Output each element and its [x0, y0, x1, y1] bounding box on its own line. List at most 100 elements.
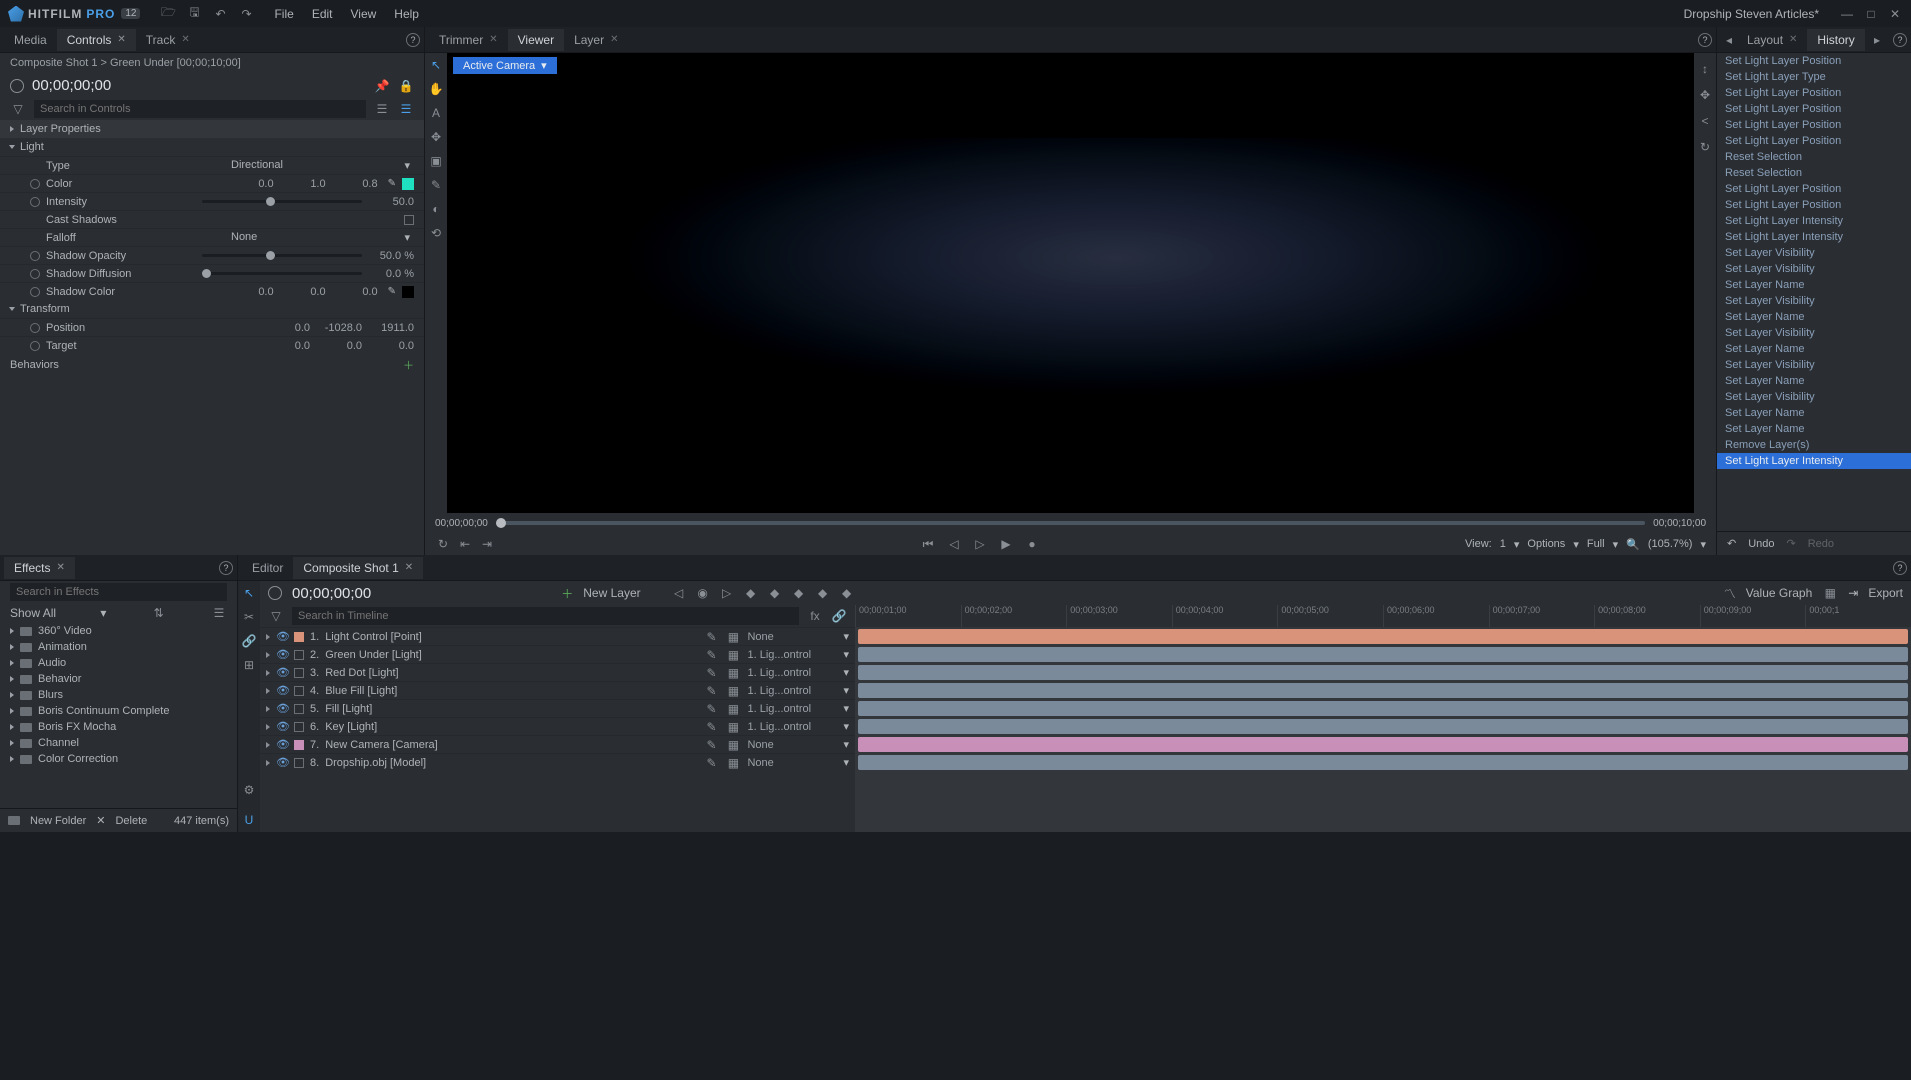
history-item[interactable]: Set Layer Visibility	[1717, 357, 1911, 373]
layer-name[interactable]: Dropship.obj [Model]	[325, 757, 697, 769]
settings-icon[interactable]: ⚙	[241, 782, 257, 798]
history-item[interactable]: Set Light Layer Position	[1717, 197, 1911, 213]
fx-icon[interactable]: ▦	[725, 683, 741, 699]
pos-z[interactable]: 1911.0	[376, 322, 414, 334]
save-icon[interactable]: 🖫	[186, 6, 202, 22]
track-bar[interactable]	[858, 647, 1908, 662]
chevron-down-icon[interactable]: ▾	[100, 606, 106, 620]
chevron-right-icon[interactable]	[266, 760, 270, 766]
filter-icon[interactable]: ▽	[268, 608, 284, 624]
chevron-right-icon[interactable]	[266, 724, 270, 730]
delete-icon[interactable]: ✕	[96, 814, 105, 827]
history-item[interactable]: Reset Selection	[1717, 165, 1911, 181]
maximize-icon[interactable]: □	[1863, 6, 1879, 22]
target-x[interactable]: 0.0	[272, 340, 310, 352]
track-bar[interactable]	[858, 737, 1908, 752]
tab-history[interactable]: History	[1807, 29, 1864, 51]
close-icon[interactable]: ✕	[117, 34, 125, 45]
chevron-right-icon[interactable]	[266, 742, 270, 748]
keyframe-toggle[interactable]	[30, 251, 40, 261]
crop-tool-icon[interactable]: ▣	[428, 153, 444, 169]
goto-start-icon[interactable]: ⏮	[920, 536, 936, 552]
effects-folder[interactable]: Animation	[0, 639, 237, 655]
history-item[interactable]: Set Light Layer Position	[1717, 85, 1911, 101]
keyframe-toggle[interactable]	[30, 269, 40, 279]
history-item[interactable]: Set Layer Visibility	[1717, 389, 1911, 405]
fx-icon[interactable]: ▦	[725, 755, 741, 771]
fx-icon[interactable]: ▦	[725, 719, 741, 735]
fx-icon[interactable]: ▦	[725, 647, 741, 663]
chevron-down-icon[interactable]: ▾	[843, 702, 849, 715]
tab-viewer[interactable]: Viewer	[508, 29, 564, 51]
tab-editor[interactable]: Editor	[242, 557, 293, 579]
tab-trimmer[interactable]: Trimmer✕	[429, 29, 508, 51]
visibility-icon[interactable]: 👁	[276, 738, 288, 751]
filter-icon[interactable]: ▽	[10, 101, 26, 117]
playback-scrubber[interactable]	[496, 521, 1645, 525]
parent-dropdown[interactable]: 1. Lig...ontrol	[747, 685, 837, 697]
options-dropdown[interactable]: Options	[1527, 538, 1565, 550]
pen-icon[interactable]: ✎	[703, 683, 719, 699]
pen-icon[interactable]: ✎	[703, 737, 719, 753]
layer-name[interactable]: New Camera [Camera]	[325, 739, 697, 751]
chevron-right-icon[interactable]	[266, 688, 270, 694]
chevron-down-icon[interactable]: ▾	[1573, 538, 1579, 551]
eyedropper-icon[interactable]: ✎	[388, 286, 396, 297]
new-layer-button[interactable]: New Layer	[583, 586, 640, 600]
help-icon[interactable]: ?	[1893, 561, 1907, 575]
visibility-icon[interactable]: 👁	[276, 702, 288, 715]
shadow-diffusion-value[interactable]: 0.0 %	[376, 268, 414, 280]
select-tool-icon[interactable]: ↖	[428, 57, 444, 73]
color-g[interactable]: 1.0	[288, 178, 326, 190]
chevron-right-icon[interactable]	[266, 670, 270, 676]
visibility-icon[interactable]: 👁	[276, 756, 288, 769]
track-bar[interactable]	[858, 719, 1908, 734]
chevron-down-icon[interactable]: ▾	[843, 756, 849, 769]
timecode-value[interactable]: 00;00;00;00	[32, 77, 111, 94]
parent-dropdown[interactable]: None	[747, 631, 837, 643]
link-icon[interactable]: 🔗	[831, 608, 847, 624]
history-item[interactable]: Set Layer Name	[1717, 277, 1911, 293]
zoom-icon[interactable]: 🔍	[1626, 538, 1640, 551]
redo-icon[interactable]: ↷	[1787, 537, 1796, 550]
eyedropper-icon[interactable]: ✎	[388, 178, 396, 189]
viewer-canvas[interactable]: Active Camera▾	[447, 53, 1694, 513]
layer-color[interactable]	[294, 758, 304, 768]
section-transform[interactable]: Transform	[0, 300, 424, 318]
redo-button[interactable]: Redo	[1808, 538, 1834, 550]
tab-track[interactable]: Track✕	[136, 29, 200, 51]
fx-icon[interactable]: ▦	[725, 665, 741, 681]
timeline-layer-row[interactable]: 👁6.Key [Light]✎▦1. Lig...ontrol▾	[260, 717, 855, 735]
track-bar[interactable]	[858, 665, 1908, 680]
pin-icon[interactable]: 📌	[374, 78, 390, 94]
history-item[interactable]: Set Light Layer Position	[1717, 117, 1911, 133]
layer-color[interactable]	[294, 740, 304, 750]
menu-help[interactable]: Help	[394, 7, 419, 21]
layer-color[interactable]	[294, 704, 304, 714]
move-tool-icon[interactable]: ✥	[428, 129, 444, 145]
history-item[interactable]: Set Light Layer Type	[1717, 69, 1911, 85]
timeline-layer-row[interactable]: 👁3.Red Dot [Light]✎▦1. Lig...ontrol▾	[260, 663, 855, 681]
history-item[interactable]: Set Light Layer Intensity	[1717, 453, 1911, 469]
tab-media[interactable]: Media	[4, 29, 57, 51]
pen-tool-icon[interactable]: ✎	[428, 177, 444, 193]
view-value[interactable]: 1	[1500, 538, 1506, 550]
falloff-dropdown[interactable]: None▾	[231, 231, 414, 244]
shadow-opacity-value[interactable]: 50.0 %	[376, 250, 414, 262]
pen-icon[interactable]: ✎	[703, 647, 719, 663]
timeline-search-input[interactable]	[292, 607, 799, 625]
target-z[interactable]: 0.0	[376, 340, 414, 352]
menu-file[interactable]: File	[274, 7, 293, 21]
mask-tool-icon[interactable]: ◐	[428, 201, 444, 217]
active-camera-dropdown[interactable]: Active Camera▾	[453, 57, 557, 74]
section-light[interactable]: Light	[0, 138, 424, 156]
menu-view[interactable]: View	[351, 7, 377, 21]
new-folder-button[interactable]: New Folder	[30, 815, 86, 827]
timeline-layer-row[interactable]: 👁7.New Camera [Camera]✎▦None▾	[260, 735, 855, 753]
loop-icon[interactable]: ↻	[435, 536, 451, 552]
slice-tool-icon[interactable]: ✂	[241, 609, 257, 625]
minimize-icon[interactable]: —	[1839, 6, 1855, 22]
chevron-down-icon[interactable]: ▾	[843, 666, 849, 679]
target-y[interactable]: 0.0	[324, 340, 362, 352]
parent-dropdown[interactable]: 1. Lig...ontrol	[747, 667, 837, 679]
